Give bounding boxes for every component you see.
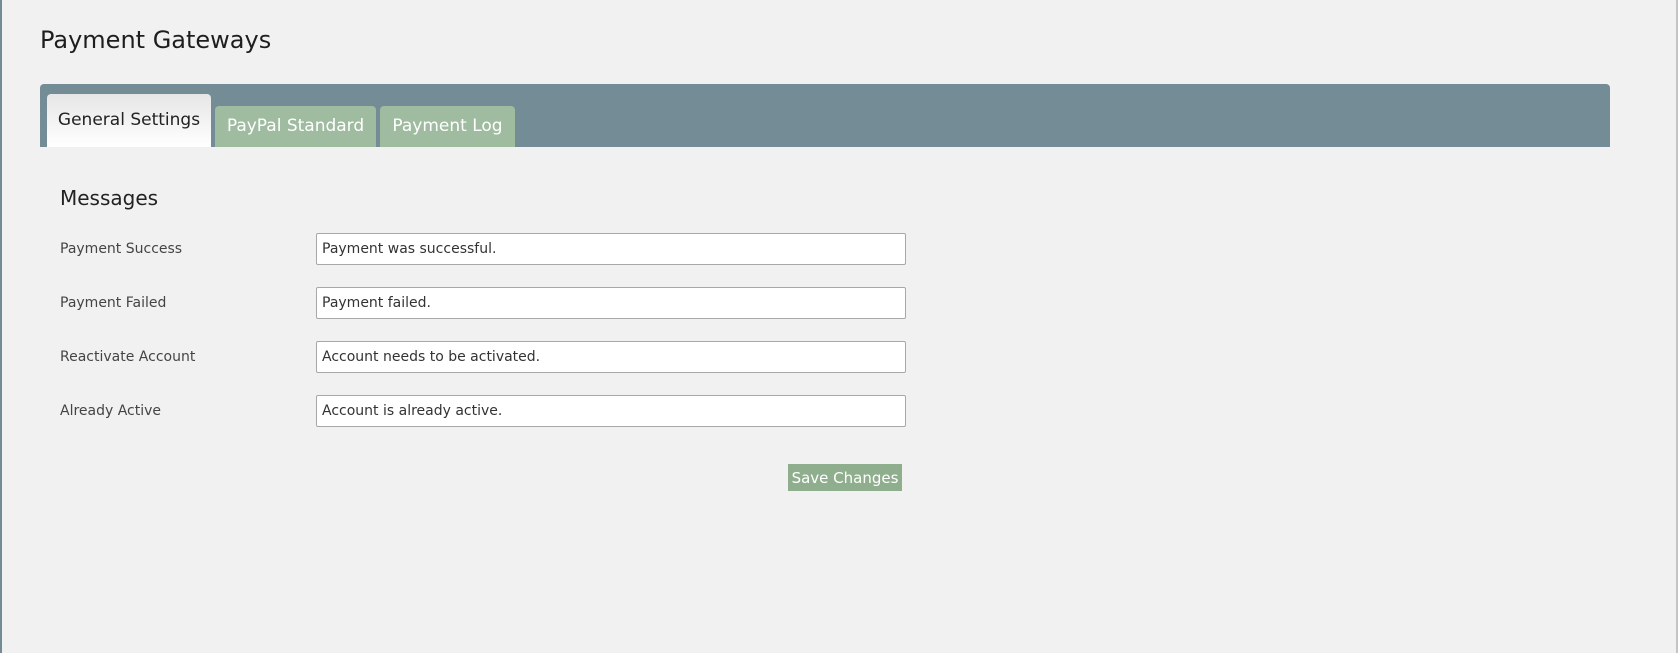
save-changes-button[interactable]: Save Changes — [788, 464, 902, 491]
already-active-label: Already Active — [60, 403, 162, 419]
tab-bar: General Settings PayPal Standard Payment… — [40, 84, 1610, 147]
payment-failed-input[interactable] — [316, 287, 906, 319]
payment-success-label: Payment Success — [60, 241, 183, 257]
field-row-payment-success: Payment Success — [60, 233, 906, 265]
tab-general-settings[interactable]: General Settings — [47, 94, 211, 147]
section-title-messages: Messages — [60, 186, 159, 210]
reactivate-account-label: Reactivate Account — [60, 349, 196, 365]
reactivate-account-input[interactable] — [316, 341, 906, 373]
field-row-payment-failed: Payment Failed — [60, 287, 906, 319]
tab-paypal-standard[interactable]: PayPal Standard — [215, 106, 376, 147]
page-title: Payment Gateways — [40, 26, 272, 54]
payment-failed-label: Payment Failed — [60, 295, 167, 311]
tab-payment-log[interactable]: Payment Log — [380, 106, 515, 147]
already-active-input[interactable] — [316, 395, 906, 427]
payment-success-input[interactable] — [316, 233, 906, 265]
left-border — [0, 0, 2, 653]
field-row-reactivate-account: Reactivate Account — [60, 341, 906, 373]
field-row-already-active: Already Active — [60, 395, 906, 427]
